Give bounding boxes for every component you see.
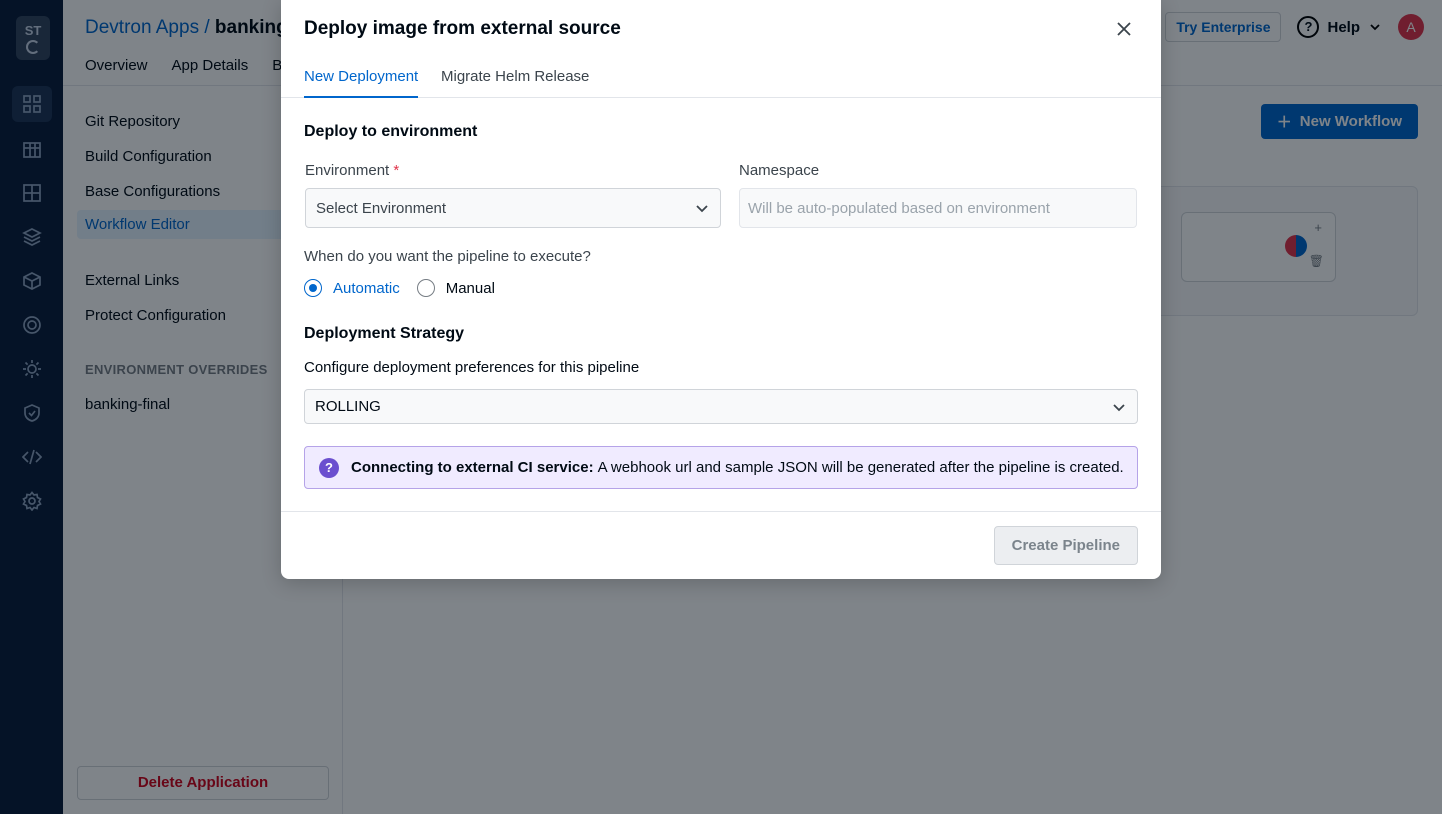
close-icon[interactable]	[1113, 18, 1135, 40]
external-ci-info-banner: ? Connecting to external CI service: A w…	[304, 446, 1138, 489]
modal-tabs: New Deployment Migrate Helm Release	[281, 68, 1161, 98]
environment-label-text: Environment	[305, 162, 390, 179]
manual-radio-label[interactable]: Manual	[446, 280, 495, 297]
modal-title: Deploy image from external source	[304, 18, 621, 39]
strategy-select-value: ROLLING	[315, 398, 381, 415]
chevron-down-icon	[1113, 403, 1125, 411]
tab-new-deployment[interactable]: New Deployment	[304, 68, 419, 98]
execute-radio-group: Automatic Manual	[304, 279, 495, 297]
info-text: A webhook url and sample JSON will be ge…	[597, 459, 1124, 476]
deployment-strategy-heading: Deployment Strategy	[304, 325, 465, 342]
environment-select-value: Select Environment	[316, 199, 447, 217]
namespace-label: Namespace	[739, 162, 820, 179]
info-bold-text: Connecting to external CI service:	[351, 459, 594, 476]
deploy-to-environment-heading: Deploy to environment	[304, 123, 478, 140]
namespace-input[interactable]: Will be auto-populated based on environm…	[739, 188, 1137, 228]
environment-select[interactable]: Select Environment	[305, 188, 721, 228]
tab-migrate-helm-release[interactable]: Migrate Helm Release	[441, 68, 589, 98]
deploy-external-source-modal: Deploy image from external source New De…	[281, 0, 1161, 579]
environment-label: Environment *	[305, 162, 399, 179]
automatic-radio-label[interactable]: Automatic	[333, 280, 400, 297]
question-icon: ?	[319, 457, 339, 478]
automatic-radio[interactable]	[304, 279, 322, 297]
deployment-strategy-select[interactable]: ROLLING	[304, 389, 1138, 424]
execute-question: When do you want the pipeline to execute…	[304, 248, 591, 265]
strategy-description: Configure deployment preferences for thi…	[304, 359, 640, 376]
modal-footer: Create Pipeline	[281, 511, 1161, 579]
required-mark: *	[393, 162, 400, 179]
manual-radio[interactable]	[416, 279, 435, 297]
chevron-down-icon	[696, 205, 708, 213]
create-pipeline-button[interactable]: Create Pipeline	[993, 526, 1138, 565]
